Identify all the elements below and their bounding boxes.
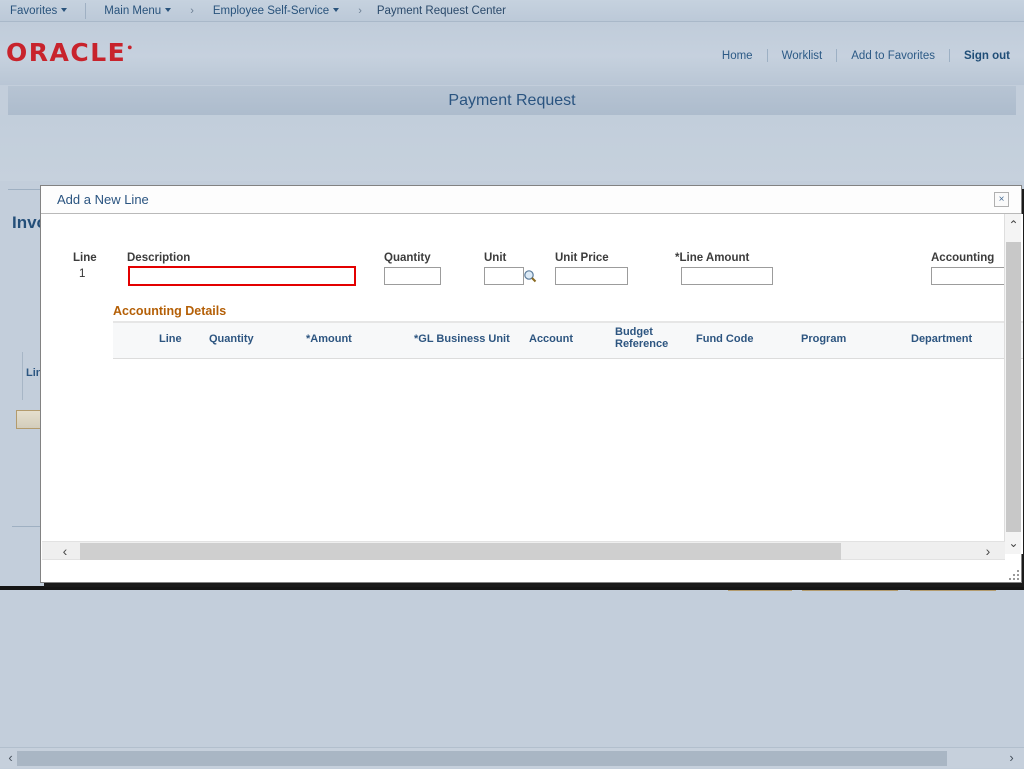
column-header-amount: *Amount xyxy=(306,333,352,345)
breadcrumb-employee-self-service-label: Employee Self-Service xyxy=(213,5,329,17)
label-description: Description xyxy=(127,252,190,264)
header-link-sign-out[interactable]: Sign out xyxy=(950,50,1014,62)
column-header-fund-code: Fund Code xyxy=(696,333,753,345)
page-horizontal-scrollbar[interactable]: ‹ › xyxy=(0,747,1024,768)
chevron-down-icon xyxy=(333,8,339,12)
nav-main-menu[interactable]: Main Menu xyxy=(94,5,181,17)
description-input[interactable] xyxy=(128,266,356,286)
modal-vertical-scrollbar-thumb[interactable] xyxy=(1006,242,1021,532)
breadcrumb-arrow-1: › xyxy=(181,5,203,17)
breadcrumb-payment-request-center: Payment Request Center xyxy=(371,5,512,17)
add-new-line-modal: Add a New Line × Line 1 Description Quan… xyxy=(40,185,1022,583)
modal-horizontal-scrollbar[interactable]: ‹ › xyxy=(42,541,1005,560)
page-title-band: Payment Request xyxy=(8,86,1016,115)
page-title: Payment Request xyxy=(448,92,575,109)
unit-lookup-icon[interactable] xyxy=(523,269,537,283)
top-navigation-bar: Favorites Main Menu › Employee Self-Serv… xyxy=(0,0,1024,22)
breadcrumb-employee-self-service[interactable]: Employee Self-Service xyxy=(203,5,349,17)
breadcrumb-arrow-2: › xyxy=(349,5,371,17)
oracle-logo: ORACLE• xyxy=(6,38,135,67)
column-header-quantity: Quantity xyxy=(209,333,254,345)
line-amount-input[interactable] xyxy=(681,267,773,285)
label-line: Line xyxy=(73,252,97,264)
label-unit: Unit xyxy=(484,252,506,264)
label-quantity: Quantity xyxy=(384,252,431,264)
resize-grip-icon[interactable] xyxy=(1007,568,1019,580)
value-line-number: 1 xyxy=(79,268,85,280)
column-header-program: Program xyxy=(801,333,846,345)
label-unit-price: Unit Price xyxy=(555,252,609,264)
modal-horizontal-scrollbar-thumb[interactable] xyxy=(80,543,841,560)
unit-input[interactable] xyxy=(484,267,524,285)
accounting-grid-header: Line Quantity *Amount *GL Business Unit … xyxy=(113,323,1023,359)
modal-title: Add a New Line xyxy=(57,192,149,207)
chevron-down-icon xyxy=(61,8,67,12)
modal-scroll-right-icon[interactable]: › xyxy=(977,542,999,561)
oracle-logo-text: ORACLE xyxy=(6,38,126,67)
page-scroll-right-icon[interactable]: › xyxy=(1003,748,1020,769)
accounting-input[interactable] xyxy=(931,267,1005,285)
header-link-add-to-favorites[interactable]: Add to Favorites xyxy=(837,50,949,62)
nav-main-menu-label: Main Menu xyxy=(104,5,161,17)
close-icon[interactable]: × xyxy=(994,192,1009,207)
background-vertical-rule xyxy=(22,352,23,400)
scroll-down-icon[interactable]: ⌄ xyxy=(1005,534,1022,552)
modal-scroll-left-icon[interactable]: ‹ xyxy=(54,542,76,561)
page-scrollbar-thumb[interactable] xyxy=(17,751,947,766)
modal-body: Line 1 Description Quantity Unit Unit Pr… xyxy=(41,214,1023,554)
header-link-worklist[interactable]: Worklist xyxy=(768,50,837,62)
header-links: Home Worklist Add to Favorites Sign out xyxy=(708,49,1014,62)
column-header-line: Line xyxy=(159,333,182,345)
scroll-up-icon[interactable]: ⌃ xyxy=(1005,216,1022,234)
chevron-down-icon xyxy=(165,8,171,12)
quantity-input[interactable] xyxy=(384,267,441,285)
oracle-logo-mark: • xyxy=(126,42,135,55)
wizard-steps: Summary Information Supplier Information… xyxy=(0,115,1024,181)
column-header-budget-reference: Budget Reference xyxy=(615,326,671,350)
unit-price-input[interactable] xyxy=(555,267,628,285)
header-link-home[interactable]: Home xyxy=(708,50,767,62)
nav-favorites-label: Favorites xyxy=(10,5,57,17)
modal-vertical-scrollbar[interactable]: ⌃ ⌄ xyxy=(1004,214,1021,554)
label-accounting: Accounting xyxy=(931,252,994,264)
accounting-details-heading: Accounting Details xyxy=(113,304,226,318)
oracle-header: ORACLE• Home Worklist Add to Favorites S… xyxy=(0,22,1024,85)
modal-header: Add a New Line × xyxy=(41,186,1021,214)
column-header-department: Department xyxy=(911,333,972,345)
label-line-amount: *Line Amount xyxy=(675,252,749,264)
nav-favorites[interactable]: Favorites xyxy=(0,5,77,17)
column-header-gl-business-unit: *GL Business Unit xyxy=(414,333,510,345)
column-header-account: Account xyxy=(529,333,573,345)
nav-divider xyxy=(85,3,86,19)
